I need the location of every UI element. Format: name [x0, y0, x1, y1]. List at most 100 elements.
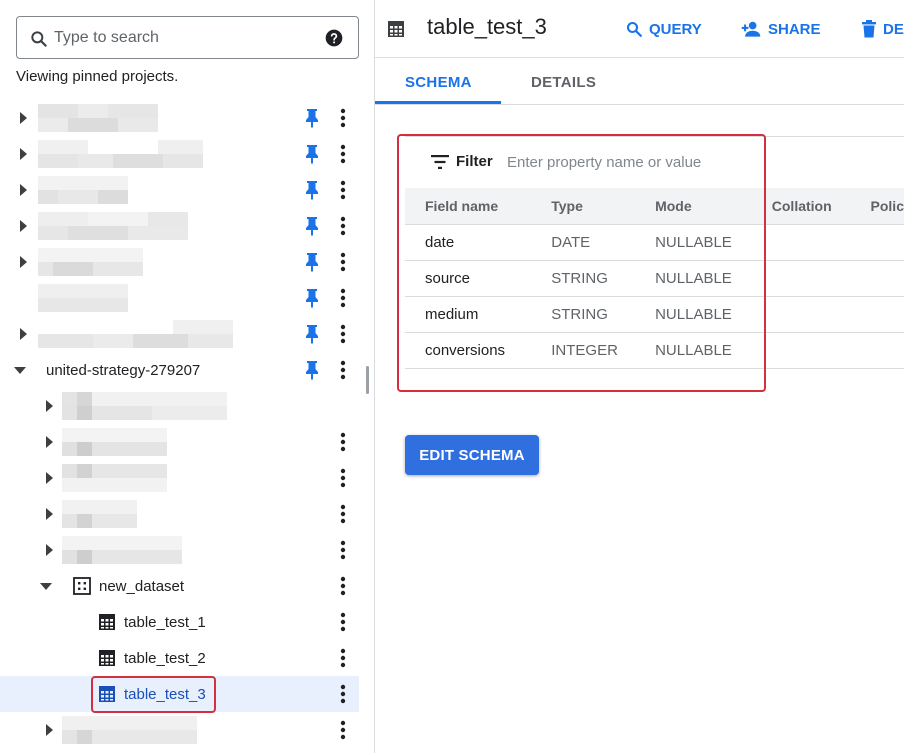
- query-label: QUERY: [649, 20, 702, 38]
- explorer-panel: Viewing pinned projects.: [0, 0, 362, 753]
- more-vert-icon[interactable]: [335, 540, 351, 560]
- table-header: table_test_3 QUERY SHARE DE: [375, 0, 904, 58]
- collation-cell: [751, 296, 851, 333]
- more-vert-icon[interactable]: [335, 684, 351, 704]
- search-input[interactable]: [54, 25, 314, 51]
- pin-icon[interactable]: [303, 216, 321, 236]
- more-vert-icon[interactable]: [335, 324, 351, 344]
- dataset-name: new_dataset: [99, 578, 185, 595]
- dataset-row[interactable]: [0, 424, 359, 460]
- pin-icon[interactable]: [303, 288, 321, 308]
- pin-icon[interactable]: [303, 360, 321, 380]
- caret-right-icon[interactable]: [16, 111, 30, 125]
- table-name: table_test_1: [124, 614, 206, 631]
- tab-details[interactable]: DETAILS: [531, 59, 596, 105]
- dataset-row[interactable]: [0, 712, 359, 748]
- caret-right-icon[interactable]: [16, 219, 30, 233]
- more-vert-icon[interactable]: [335, 468, 351, 488]
- active-tab-indicator: [375, 101, 501, 104]
- table-icon: [99, 650, 115, 666]
- search-icon: [626, 21, 642, 37]
- caret-right-icon[interactable]: [42, 471, 56, 485]
- redacted-name: [38, 140, 203, 168]
- caret-right-icon[interactable]: [42, 507, 56, 521]
- table-row-table-test-2[interactable]: table_test_2: [0, 640, 359, 676]
- search-box[interactable]: [16, 16, 359, 59]
- pin-icon[interactable]: [303, 144, 321, 164]
- more-vert-icon[interactable]: [335, 288, 351, 308]
- collation-cell: [751, 260, 851, 297]
- pinned-project-row[interactable]: [0, 244, 359, 280]
- pinned-project-row[interactable]: [0, 100, 359, 136]
- more-vert-icon[interactable]: [335, 180, 351, 200]
- caret-down-icon[interactable]: [13, 363, 27, 377]
- dataset-row[interactable]: [0, 532, 359, 568]
- share-label: SHARE: [768, 20, 821, 38]
- tab-bar: SCHEMA DETAILS: [375, 59, 904, 105]
- caret-right-icon[interactable]: [16, 327, 30, 341]
- delete-label: DE: [883, 20, 904, 38]
- dataset-icon: [73, 577, 91, 595]
- dataset-row[interactable]: [0, 388, 359, 424]
- more-vert-icon[interactable]: [335, 612, 351, 632]
- dataset-row[interactable]: [0, 496, 359, 532]
- more-vert-icon[interactable]: [335, 576, 351, 596]
- highlight-outline: [91, 676, 216, 713]
- pin-icon[interactable]: [303, 108, 321, 128]
- table-icon: [99, 614, 115, 630]
- caret-right-icon[interactable]: [16, 255, 30, 269]
- policy-cell: [850, 296, 904, 333]
- more-vert-icon[interactable]: [335, 720, 351, 740]
- viewing-pinned-text: Viewing pinned projects.: [16, 68, 179, 85]
- dataset-row[interactable]: [0, 460, 359, 496]
- search-icon: [31, 31, 47, 47]
- caret-right-icon[interactable]: [42, 435, 56, 449]
- dataset-row-new-dataset[interactable]: new_dataset: [0, 568, 359, 604]
- caret-right-icon[interactable]: [16, 147, 30, 161]
- caret-right-icon[interactable]: [16, 183, 30, 197]
- redacted-name: [62, 536, 182, 564]
- more-vert-icon[interactable]: [335, 648, 351, 668]
- highlight-outline: [397, 134, 766, 392]
- column-header-collation[interactable]: Collation: [751, 188, 851, 225]
- caret-right-icon[interactable]: [42, 723, 56, 737]
- more-vert-icon[interactable]: [335, 432, 351, 452]
- caret-down-icon[interactable]: [39, 579, 53, 593]
- policy-cell: [850, 260, 904, 297]
- resize-handle[interactable]: [366, 366, 369, 394]
- resource-tree: united-strategy-279207 new_dataset table…: [0, 100, 362, 748]
- project-row-expanded[interactable]: united-strategy-279207: [0, 352, 359, 388]
- redacted-name: [62, 464, 167, 492]
- caret-right-icon[interactable]: [42, 399, 56, 413]
- more-vert-icon[interactable]: [335, 252, 351, 272]
- share-button[interactable]: SHARE: [740, 18, 821, 40]
- help-icon[interactable]: [324, 28, 344, 48]
- edit-schema-button[interactable]: EDIT SCHEMA: [405, 435, 539, 475]
- pinned-project-row[interactable]: [0, 280, 359, 316]
- redacted-name: [38, 104, 158, 132]
- pinned-project-row[interactable]: [0, 316, 359, 352]
- more-vert-icon[interactable]: [335, 216, 351, 236]
- redacted-name: [38, 320, 233, 348]
- pin-icon[interactable]: [303, 180, 321, 200]
- delete-button[interactable]: DE: [861, 18, 904, 40]
- redacted-name: [62, 500, 137, 528]
- table-row-table-test-3-selected[interactable]: table_test_3: [0, 676, 359, 713]
- table-row-table-test-1[interactable]: table_test_1: [0, 604, 359, 640]
- more-vert-icon[interactable]: [335, 108, 351, 128]
- pin-icon[interactable]: [303, 252, 321, 272]
- pin-icon[interactable]: [303, 324, 321, 344]
- more-vert-icon[interactable]: [335, 504, 351, 524]
- more-vert-icon[interactable]: [335, 360, 351, 380]
- more-vert-icon[interactable]: [335, 144, 351, 164]
- policy-cell: [850, 224, 904, 261]
- tab-schema[interactable]: SCHEMA: [405, 59, 472, 105]
- column-header-policy[interactable]: Polic: [850, 188, 904, 225]
- pinned-project-row[interactable]: [0, 208, 359, 244]
- query-button[interactable]: QUERY: [625, 18, 702, 40]
- pinned-project-row[interactable]: [0, 136, 359, 172]
- caret-right-icon[interactable]: [42, 543, 56, 557]
- redacted-name: [38, 284, 128, 312]
- pinned-project-row[interactable]: [0, 172, 359, 208]
- page-title: table_test_3: [427, 14, 547, 39]
